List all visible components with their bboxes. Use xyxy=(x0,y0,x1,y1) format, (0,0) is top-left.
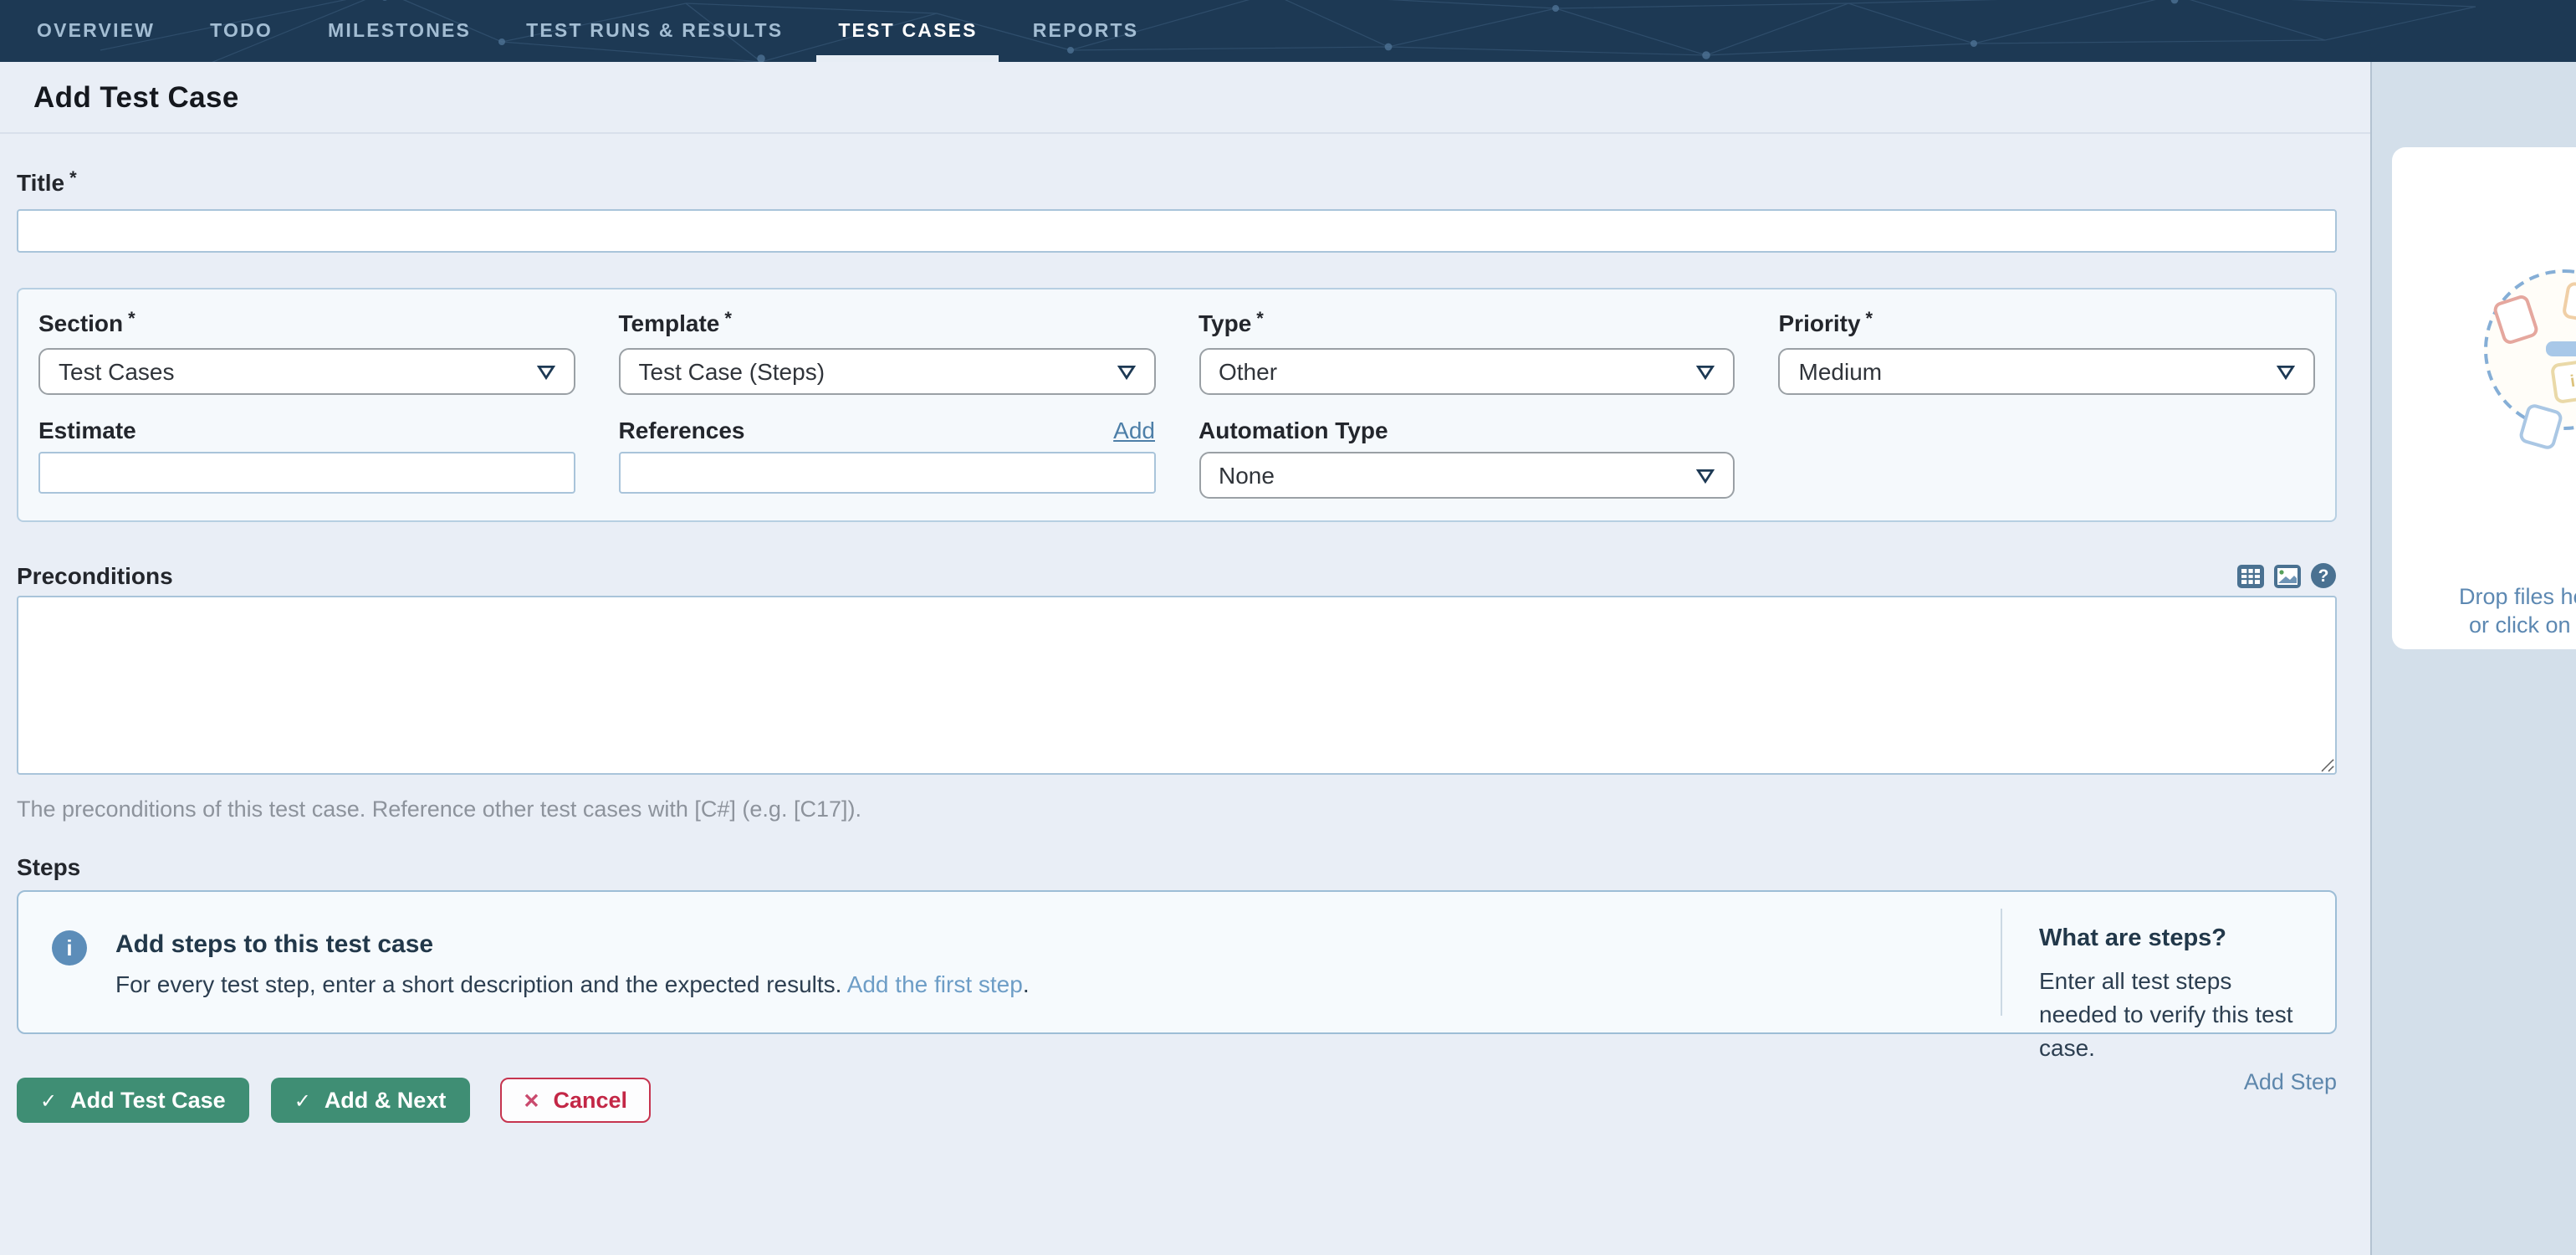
attributes-row-1: Section* Test Cases Template* Test Case … xyxy=(38,310,2315,395)
close-icon: ✕ xyxy=(523,1089,539,1112)
priority-select[interactable]: Medium xyxy=(1779,348,2316,395)
section-label: Section xyxy=(38,310,123,336)
steps-info-text: For every test step, enter a short descr… xyxy=(115,971,1030,997)
type-select[interactable]: Other xyxy=(1199,348,1735,395)
preconditions-textarea[interactable] xyxy=(17,596,2337,775)
required-asterisk: * xyxy=(1256,310,1264,330)
main-content: Add Test Case Title* Section* xyxy=(0,62,2372,1255)
tab-overview[interactable]: OVERVIEW xyxy=(37,0,155,62)
chevron-down-icon xyxy=(537,364,555,379)
dropzone-text: Drop files he or click on ' xyxy=(2459,582,2576,639)
estimate-label: Estimate xyxy=(38,417,136,443)
required-asterisk: * xyxy=(69,169,77,189)
app-window: OVERVIEW TODO MILESTONES TEST RUNS & RES… xyxy=(0,0,2576,1255)
priority-label: Priority xyxy=(1779,310,1861,336)
add-test-case-form: Title* Section* Test Cases xyxy=(0,169,2370,1123)
required-asterisk: * xyxy=(128,310,135,330)
title-field-group: Title* xyxy=(17,169,2337,253)
attachments-dropzone[interactable]: </> i Drop files he or click on ' xyxy=(2392,147,2576,649)
chevron-down-icon xyxy=(1117,364,1135,379)
references-label: References xyxy=(619,417,745,443)
info-icon: i xyxy=(52,930,87,966)
tab-test-cases[interactable]: TEST CASES xyxy=(838,0,977,62)
add-first-step-link[interactable]: Add the first step xyxy=(847,971,1023,997)
top-nav: OVERVIEW TODO MILESTONES TEST RUNS & RES… xyxy=(0,0,2576,62)
steps-info-box: i Add steps to this test case For every … xyxy=(17,890,2337,1034)
help-icon[interactable]: ? xyxy=(2310,562,2337,589)
tab-test-runs-results[interactable]: TEST RUNS & RESULTS xyxy=(526,0,783,62)
chevron-down-icon xyxy=(1697,364,1715,379)
title-input[interactable] xyxy=(17,209,2337,253)
required-asterisk: * xyxy=(1866,310,1873,330)
automation-type-select[interactable]: None xyxy=(1199,452,1735,499)
chevron-down-icon xyxy=(2277,364,2295,379)
add-test-case-button[interactable]: ✓ Add Test Case xyxy=(17,1078,249,1123)
section-select[interactable]: Test Cases xyxy=(38,348,575,395)
references-add-link[interactable]: Add xyxy=(1113,417,1155,443)
title-label: Title xyxy=(17,169,64,196)
attachments-panel: </> i Drop files he or click on ' xyxy=(2372,62,2576,1255)
tab-todo[interactable]: TODO xyxy=(210,0,273,62)
required-asterisk: * xyxy=(724,310,732,330)
check-icon: ✓ xyxy=(40,1089,57,1112)
template-select[interactable]: Test Case (Steps) xyxy=(619,348,1156,395)
estimate-input[interactable] xyxy=(38,452,575,494)
active-tab-indicator xyxy=(816,54,999,62)
check-icon: ✓ xyxy=(294,1089,311,1112)
steps-aside-title: What are steps? xyxy=(2039,925,2302,952)
page-header: Add Test Case xyxy=(0,62,2370,134)
type-label: Type xyxy=(1199,310,1251,336)
steps-help-aside: What are steps? Enter all test steps nee… xyxy=(2001,909,2335,1016)
preconditions-group: Preconditions xyxy=(17,562,2337,822)
tab-milestones[interactable]: MILESTONES xyxy=(328,0,471,62)
chevron-down-icon xyxy=(1697,468,1715,483)
preconditions-label: Preconditions xyxy=(17,562,173,589)
svg-text:?: ? xyxy=(2318,566,2329,586)
nav-tabs: OVERVIEW TODO MILESTONES TEST RUNS & RES… xyxy=(0,0,2576,62)
automation-type-label: Automation Type xyxy=(1199,417,1388,443)
form-actions: ✓ Add Test Case ✓ Add & Next ✕ Cancel Ad… xyxy=(17,1078,2337,1123)
insert-image-icon[interactable] xyxy=(2273,563,2302,588)
cancel-button[interactable]: ✕ Cancel xyxy=(499,1078,651,1123)
template-label: Template xyxy=(619,310,720,336)
page-title: Add Test Case xyxy=(33,79,239,115)
attributes-row-2: Estimate References Add Automation Type xyxy=(38,417,2315,499)
add-and-next-button[interactable]: ✓ Add & Next xyxy=(271,1078,470,1123)
upload-bar-illustration xyxy=(2546,341,2576,356)
case-attributes-fieldset: Section* Test Cases Template* Test Case … xyxy=(17,288,2337,522)
references-input[interactable] xyxy=(619,452,1156,494)
editor-toolbar: ? xyxy=(2236,562,2337,589)
steps-aside-text: Enter all test steps needed to verify th… xyxy=(2039,964,2302,1064)
steps-label: Steps xyxy=(17,853,2337,880)
tab-reports[interactable]: REPORTS xyxy=(1033,0,1139,62)
steps-info-title: Add steps to this test case xyxy=(115,930,1030,959)
preconditions-hint: The preconditions of this test case. Ref… xyxy=(17,797,2337,822)
insert-table-icon[interactable] xyxy=(2236,563,2265,588)
add-step-link[interactable]: Add Step xyxy=(2244,1069,2337,1094)
